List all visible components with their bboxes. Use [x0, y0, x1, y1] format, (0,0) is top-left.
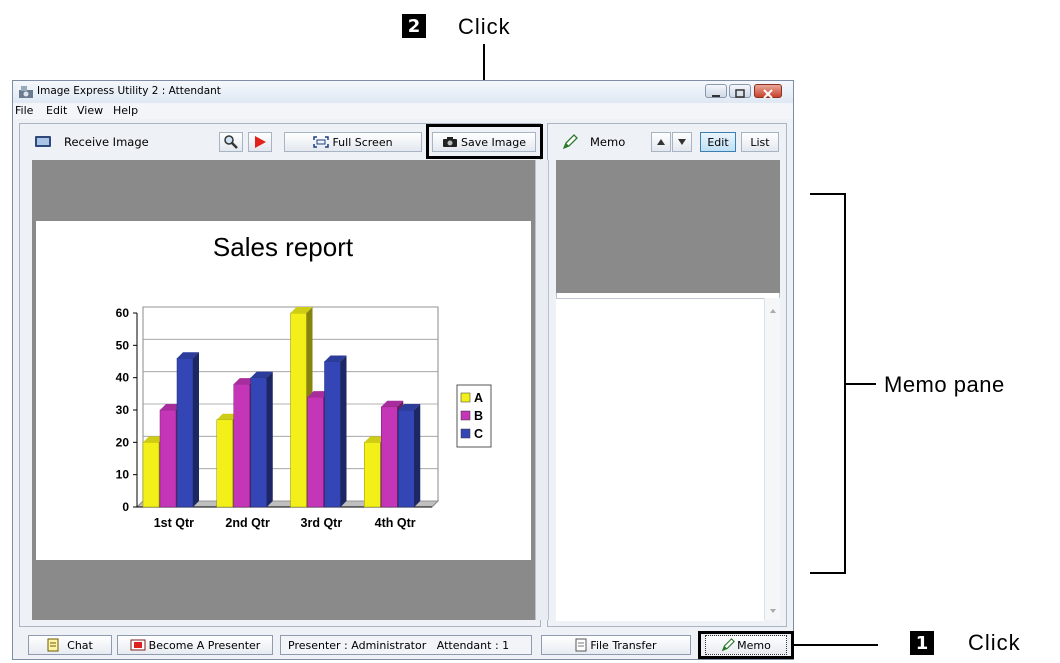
bar-C-2	[324, 361, 341, 508]
step-1-label: Click	[968, 630, 1021, 655]
memo-list-button[interactable]: List	[741, 132, 779, 152]
memo-button[interactable]: Memo	[705, 635, 787, 655]
triangle-up-icon	[657, 139, 665, 145]
receive-image-label: Receive Image	[64, 135, 149, 149]
bar-C-0	[176, 358, 194, 508]
step-1-badge: 1	[910, 631, 934, 655]
triangle-down-icon	[678, 139, 686, 145]
presenter-status: Presenter : Administrator Attendant : 1	[280, 635, 532, 655]
y-tick-label: 40	[116, 371, 130, 385]
x-tick-label: 2nd Qtr	[225, 516, 270, 530]
y-tick-label: 60	[116, 306, 130, 320]
presenter-button-label: Become A Presenter	[148, 638, 261, 652]
save-image-label: Save Image	[461, 135, 526, 149]
chat-icon	[47, 638, 59, 652]
y-tick-label: 50	[116, 338, 130, 352]
bar-A-0	[142, 442, 160, 508]
camera-icon	[443, 137, 458, 147]
legend-swatch-C	[460, 428, 471, 439]
memo-pane-bracket	[810, 193, 846, 574]
y-tick-label: 20	[116, 435, 130, 449]
chat-label: Chat	[67, 638, 93, 652]
legend-swatch-A	[460, 392, 471, 403]
bar-B-1	[233, 383, 250, 508]
y-tick-label: 10	[116, 468, 130, 482]
chart-title: Sales report	[213, 232, 354, 262]
legend-label-A: A	[474, 391, 483, 405]
menu-file[interactable]: File	[15, 104, 33, 117]
bar-A-2	[290, 312, 307, 508]
pencil-icon	[562, 134, 578, 154]
scroll-divider	[535, 160, 549, 620]
menu-view[interactable]: View	[77, 104, 103, 117]
bar-side-C-1	[266, 371, 273, 507]
y-tick-label: 0	[122, 500, 129, 514]
step-2-badge: 2	[402, 14, 426, 38]
pencil-icon	[721, 638, 736, 652]
step-1-pointer-line	[794, 644, 878, 646]
step-2-label: Click	[458, 14, 511, 39]
presenter-icon	[130, 639, 146, 651]
bar-side-C-3	[414, 404, 421, 507]
file-transfer-label: File Transfer	[590, 638, 657, 652]
menu-edit[interactable]: Edit	[46, 104, 67, 117]
scroll-down-icon[interactable]	[766, 606, 780, 616]
memo-button-label: Memo	[737, 638, 771, 652]
full-screen-label: Full Screen	[332, 135, 393, 149]
bar-B-2	[307, 396, 324, 508]
app-icon	[18, 84, 34, 98]
legend-label-B: B	[474, 409, 483, 423]
bar-B-0	[159, 409, 177, 508]
window-title: Image Express Utility 2 : Attendant	[37, 85, 221, 97]
bar-C-1	[250, 377, 267, 508]
bar-side-C-2	[340, 355, 347, 507]
zoom-button[interactable]	[219, 132, 243, 152]
bar-C-3	[398, 409, 415, 508]
receive-image-icon	[34, 134, 52, 153]
x-tick-label: 4th Qtr	[375, 516, 416, 530]
memo-pane-label: Memo pane	[884, 372, 1005, 397]
bar-A-1	[216, 419, 233, 508]
legend-swatch-B	[460, 410, 471, 421]
memo-title: Memo	[590, 135, 626, 149]
memo-pane-pointer-line	[846, 383, 876, 385]
minimize-button[interactable]	[705, 84, 727, 98]
menu-bar: File Edit View Help	[13, 103, 793, 119]
close-button[interactable]	[754, 84, 782, 99]
file-transfer-icon	[575, 638, 587, 652]
memo-scrollbar[interactable]	[764, 298, 780, 620]
legend-label-C: C	[474, 427, 483, 441]
bar-B-3	[381, 406, 398, 508]
bar-A-3	[364, 442, 381, 508]
y-tick-label: 30	[116, 403, 130, 417]
memo-preview-area	[556, 160, 780, 293]
chat-button[interactable]: Chat	[28, 635, 112, 655]
bar-side-C-0	[193, 352, 199, 507]
pointer-button[interactable]	[248, 132, 272, 152]
full-screen-icon	[313, 136, 330, 148]
x-tick-label: 1st Qtr	[154, 516, 194, 530]
file-transfer-button[interactable]: File Transfer	[541, 635, 691, 655]
sales-chart: Sales report 0 10 20 30 40 50 60 1st Qtr 2nd Qtr 3…	[116, 232, 492, 530]
maximize-button[interactable]	[729, 84, 751, 98]
full-screen-button[interactable]: Full Screen	[284, 132, 422, 152]
memo-down-button[interactable]	[672, 132, 692, 152]
scroll-up-icon[interactable]	[766, 306, 780, 316]
become-presenter-button[interactable]: Become A Presenter	[117, 635, 273, 655]
x-tick-label: 3rd Qtr	[301, 516, 343, 530]
memo-up-button[interactable]	[651, 132, 671, 152]
memo-text-area[interactable]	[556, 298, 764, 621]
red-arrow-icon	[255, 136, 266, 148]
save-image-button[interactable]: Save Image	[432, 132, 536, 152]
memo-edit-button[interactable]: Edit	[700, 132, 736, 152]
title-bar: Image Express Utility 2 : Attendant	[13, 81, 793, 103]
magnifier-icon	[224, 135, 238, 149]
received-slide: Sales report 0 10 20 30 40 50 60 1st Qtr 2nd Qtr 3…	[36, 221, 531, 560]
menu-help[interactable]: Help	[113, 104, 138, 117]
